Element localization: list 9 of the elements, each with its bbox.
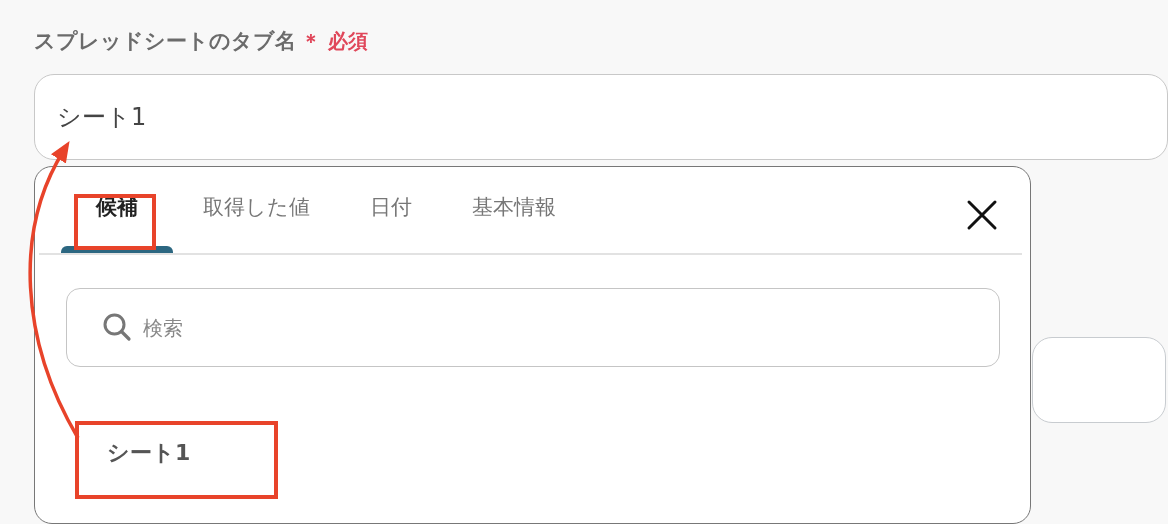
input-field[interactable]: シート1: [34, 73, 1168, 160]
tab[interactable]: 日付: [340, 191, 442, 253]
required-label: ＊ 必須: [301, 29, 369, 53]
tab[interactable]: 取得した値: [173, 191, 340, 253]
search-field[interactable]: 検索: [66, 288, 1000, 367]
option-item[interactable]: シート1: [107, 436, 191, 469]
tab[interactable]: 候補: [61, 191, 173, 253]
tab[interactable]: 基本情報: [442, 191, 586, 253]
field-label: スプレッドシートのタブ名: [34, 29, 296, 53]
